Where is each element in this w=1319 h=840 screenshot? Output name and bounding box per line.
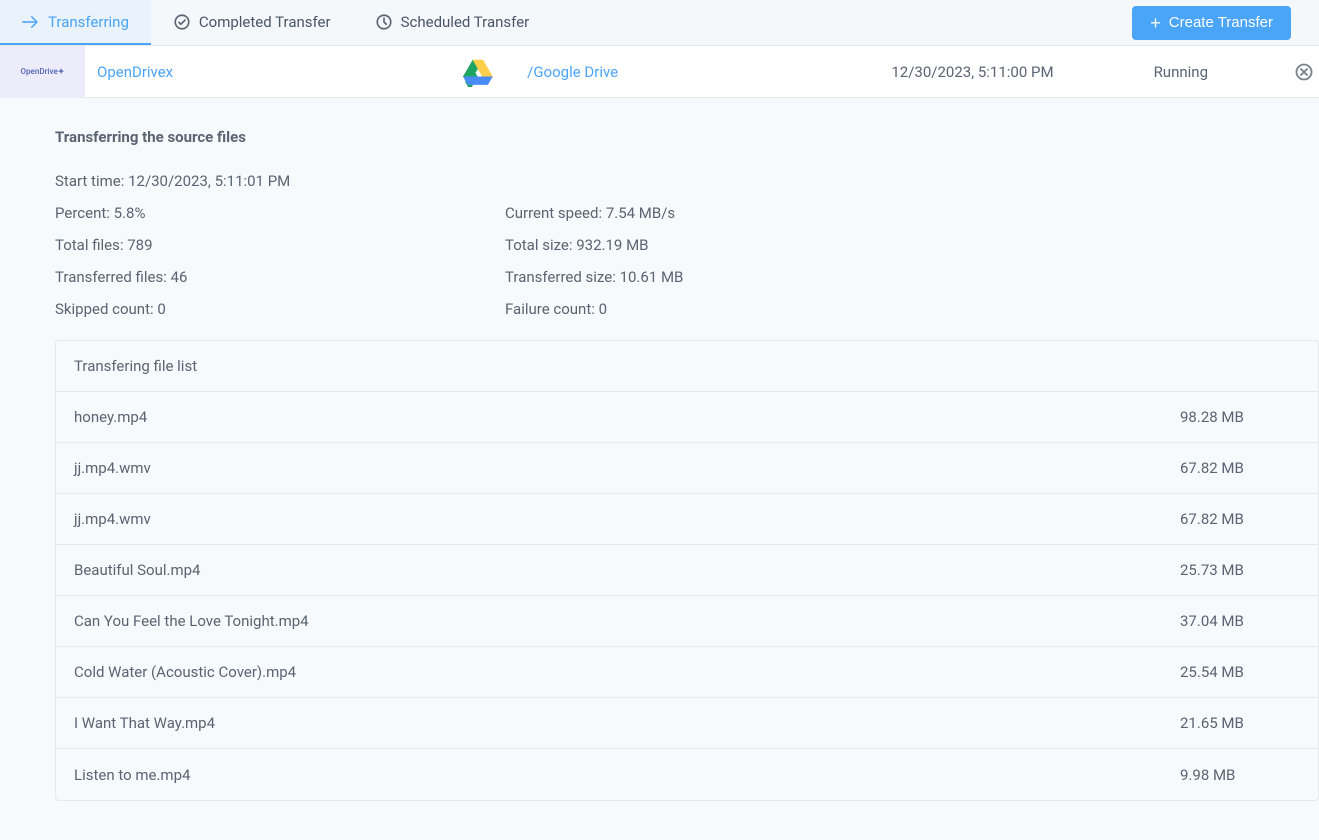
tab-completed[interactable]: Completed Transfer bbox=[151, 0, 353, 45]
stat-failure: Failure count: 0 bbox=[505, 300, 1319, 318]
source-block: OpenDrive✦ OpenDrivex bbox=[0, 46, 173, 98]
stat-skipped: Skipped count: 0 bbox=[55, 300, 505, 318]
file-row: I Want That Way.mp421.65 MB bbox=[56, 698, 1318, 749]
plus-icon: + bbox=[1150, 14, 1161, 32]
file-row: Cold Water (Acoustic Cover).mp425.54 MB bbox=[56, 647, 1318, 698]
transfer-status: Running bbox=[1154, 63, 1293, 81]
source-label[interactable]: OpenDrivex bbox=[97, 63, 173, 81]
file-name: jj.mp4.wmv bbox=[74, 459, 1130, 477]
tab-completed-label: Completed Transfer bbox=[199, 13, 331, 31]
dest-label[interactable]: /Google Drive bbox=[527, 63, 618, 81]
file-name: honey.mp4 bbox=[74, 408, 1130, 426]
stat-total-files: Total files: 789 bbox=[55, 236, 505, 254]
file-size: 67.82 MB bbox=[1130, 459, 1300, 477]
file-size: 25.54 MB bbox=[1130, 663, 1300, 681]
tab-scheduled-label: Scheduled Transfer bbox=[401, 13, 530, 31]
file-size: 21.65 MB bbox=[1130, 714, 1300, 732]
clock-icon bbox=[375, 13, 393, 31]
file-list-header: Transfering file list bbox=[56, 341, 1318, 392]
file-row: Listen to me.mp49.98 MB bbox=[56, 749, 1318, 800]
google-drive-icon bbox=[463, 55, 497, 89]
section-title: Transferring the source files bbox=[55, 128, 1319, 146]
transfer-row: OpenDrive✦ OpenDrivex /Google Drive 12/3… bbox=[0, 46, 1319, 98]
top-tabbar: Transferring Completed Transfer Schedule… bbox=[0, 0, 1319, 46]
file-name: I Want That Way.mp4 bbox=[74, 714, 1130, 732]
file-size: 25.73 MB bbox=[1130, 561, 1300, 579]
file-name: jj.mp4.wmv bbox=[74, 510, 1130, 528]
file-size: 67.82 MB bbox=[1130, 510, 1300, 528]
file-size: 98.28 MB bbox=[1130, 408, 1300, 426]
file-name: Beautiful Soul.mp4 bbox=[74, 561, 1130, 579]
tab-transferring-label: Transferring bbox=[48, 13, 129, 31]
file-row: honey.mp498.28 MB bbox=[56, 392, 1318, 443]
file-name: Can You Feel the Love Tonight.mp4 bbox=[74, 612, 1130, 630]
stat-speed: Current speed: 7.54 MB/s bbox=[505, 204, 1319, 222]
transfer-detail: Transferring the source files Start time… bbox=[0, 98, 1319, 801]
stat-total-size: Total size: 932.19 MB bbox=[505, 236, 1319, 254]
stat-percent: Percent: 5.8% bbox=[55, 204, 505, 222]
dest-block: /Google Drive bbox=[463, 55, 618, 89]
stat-start-time: Start time: 12/30/2023, 5:11:01 PM bbox=[55, 172, 1319, 190]
file-size: 9.98 MB bbox=[1130, 766, 1300, 784]
file-row: jj.mp4.wmv67.82 MB bbox=[56, 494, 1318, 545]
file-size: 37.04 MB bbox=[1130, 612, 1300, 630]
check-circle-icon bbox=[173, 13, 191, 31]
file-name: Listen to me.mp4 bbox=[74, 766, 1130, 784]
stat-transferred-files: Transferred files: 46 bbox=[55, 268, 505, 286]
create-transfer-label: Create Transfer bbox=[1169, 14, 1273, 31]
tab-scheduled[interactable]: Scheduled Transfer bbox=[353, 0, 552, 45]
transfer-right-icon bbox=[22, 13, 40, 31]
file-list: Transfering file list honey.mp498.28 MBj… bbox=[55, 340, 1319, 801]
transfer-timestamp: 12/30/2023, 5:11:00 PM bbox=[891, 63, 1153, 81]
file-row: Can You Feel the Love Tonight.mp437.04 M… bbox=[56, 596, 1318, 647]
transfer-stats: Start time: 12/30/2023, 5:11:01 PM Perce… bbox=[55, 172, 1319, 318]
file-row: jj.mp4.wmv67.82 MB bbox=[56, 443, 1318, 494]
file-name: Cold Water (Acoustic Cover).mp4 bbox=[74, 663, 1130, 681]
opendrive-logo: OpenDrive✦ bbox=[0, 46, 85, 98]
cancel-transfer-button[interactable] bbox=[1293, 61, 1315, 83]
file-row: Beautiful Soul.mp425.73 MB bbox=[56, 545, 1318, 596]
tab-transferring[interactable]: Transferring bbox=[0, 0, 151, 45]
stat-transferred-size: Transferred size: 10.61 MB bbox=[505, 268, 1319, 286]
create-transfer-button[interactable]: + Create Transfer bbox=[1132, 6, 1291, 40]
